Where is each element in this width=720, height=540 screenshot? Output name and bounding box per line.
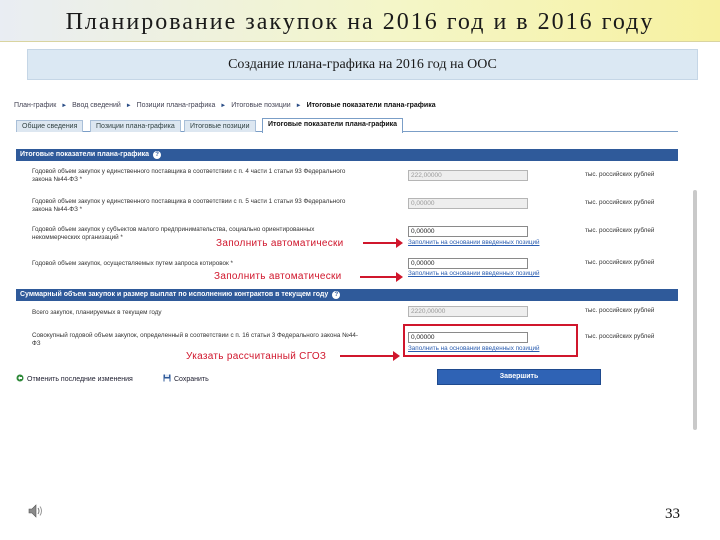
field-label: Годовой объем закупок, осуществляемых пу… [32, 260, 233, 267]
undo-icon [16, 374, 24, 382]
highlight-box [403, 324, 578, 357]
save-button[interactable]: Сохранить [163, 374, 209, 383]
tab-plan-positions[interactable]: Позиции плана-графика [90, 120, 181, 132]
breadcrumb-item[interactable]: Позиции плана-графика [137, 102, 216, 109]
field-label: Совокупный годовой объем закупок, опреде… [32, 332, 358, 347]
unit-label: тыс. российских рублей [585, 307, 655, 314]
fill-from-positions-link[interactable]: Заполнить на основании введенных позиций [408, 270, 539, 277]
unit-label: тыс. российских рублей [585, 171, 655, 178]
field-label: Годовой объем закупок у единственного по… [32, 168, 346, 183]
cancel-changes-label: Отменить последние изменения [27, 376, 133, 383]
cancel-changes-button[interactable]: Отменить последние изменения [16, 374, 133, 383]
finish-button[interactable]: Завершить [437, 369, 601, 385]
slide-title-bar: Планирование закупок на 2016 год и в 201… [0, 0, 720, 42]
save-label: Сохранить [174, 376, 209, 383]
field-label: Годовой объем закупок у единственного по… [32, 198, 346, 213]
annotation-enter-sgoz: Указать рассчитанный СГОЗ [186, 351, 327, 362]
breadcrumb-arrow-icon: ► [61, 103, 68, 109]
save-icon [163, 374, 171, 382]
section-title: Итоговые показатели плана-графика [20, 151, 150, 158]
breadcrumb-arrow-icon: ► [220, 103, 227, 109]
breadcrumb-item[interactable]: План-график [14, 102, 56, 109]
unit-label: тыс. российских рублей [585, 259, 655, 266]
speaker-icon[interactable] [27, 502, 45, 520]
section-header-indicators: Итоговые показатели плана-графика? [16, 149, 678, 161]
annotation-arrow-icon [340, 351, 400, 361]
annotation-arrow-icon [360, 272, 403, 282]
breadcrumb-item[interactable]: Итоговые позиции [231, 102, 291, 109]
breadcrumb-arrow-icon: ► [125, 103, 132, 109]
fill-from-positions-link[interactable]: Заполнить на основании введенных позиций [408, 239, 539, 246]
scrollbar[interactable] [693, 190, 697, 430]
annotation-arrow-icon [363, 238, 403, 248]
help-icon[interactable]: ? [332, 291, 341, 299]
unit-label: тыс. российских рублей [585, 227, 655, 234]
section-title: Суммарный объем закупок и размер выплат … [20, 291, 329, 298]
unit-label: тыс. российских рублей [585, 333, 655, 340]
total-purchases-field: 2220,00000 [408, 306, 528, 317]
breadcrumb-item[interactable]: Ввод сведений [72, 102, 121, 109]
quotation-volume-input[interactable]: 0,00000 [408, 258, 528, 269]
tab-final-indicators[interactable]: Итоговые показатели плана-графика [262, 118, 404, 133]
unit-label: тыс. российских рублей [585, 199, 655, 206]
sp5-volume-field: 0,00000 [408, 198, 528, 209]
section-header-totals: Суммарный объем закупок и размер выплат … [16, 289, 678, 301]
tab-final-positions[interactable]: Итоговые позиции [184, 120, 256, 132]
sp4-volume-field: 222,00000 [408, 170, 528, 181]
tab-bar: Общие сведения Позиции плана-графика Ито… [16, 118, 678, 133]
tab-general-info[interactable]: Общие сведения [16, 120, 84, 132]
help-icon[interactable]: ? [153, 151, 162, 159]
slide-title: Планирование закупок на 2016 год и в 201… [65, 9, 655, 35]
form-screenshot: План-график ► Ввод сведений ► Позиции пл… [10, 96, 700, 436]
slide-subtitle: Создание плана-графика на 2016 год на ОО… [27, 49, 698, 80]
field-label: Всего закупок, планируемых в текущем год… [32, 309, 162, 316]
annotation-fill-auto: Заполнить автоматически [214, 271, 342, 282]
breadcrumb: План-график ► Ввод сведений ► Позиции пл… [14, 102, 439, 109]
annotation-fill-auto: Заполнить автоматически [216, 238, 344, 249]
page-number: 33 [665, 506, 680, 522]
breadcrumb-arrow-icon: ► [295, 103, 302, 109]
smp-volume-input[interactable]: 0,00000 [408, 226, 528, 237]
breadcrumb-current: Итоговые показатели плана-графика [306, 102, 436, 109]
